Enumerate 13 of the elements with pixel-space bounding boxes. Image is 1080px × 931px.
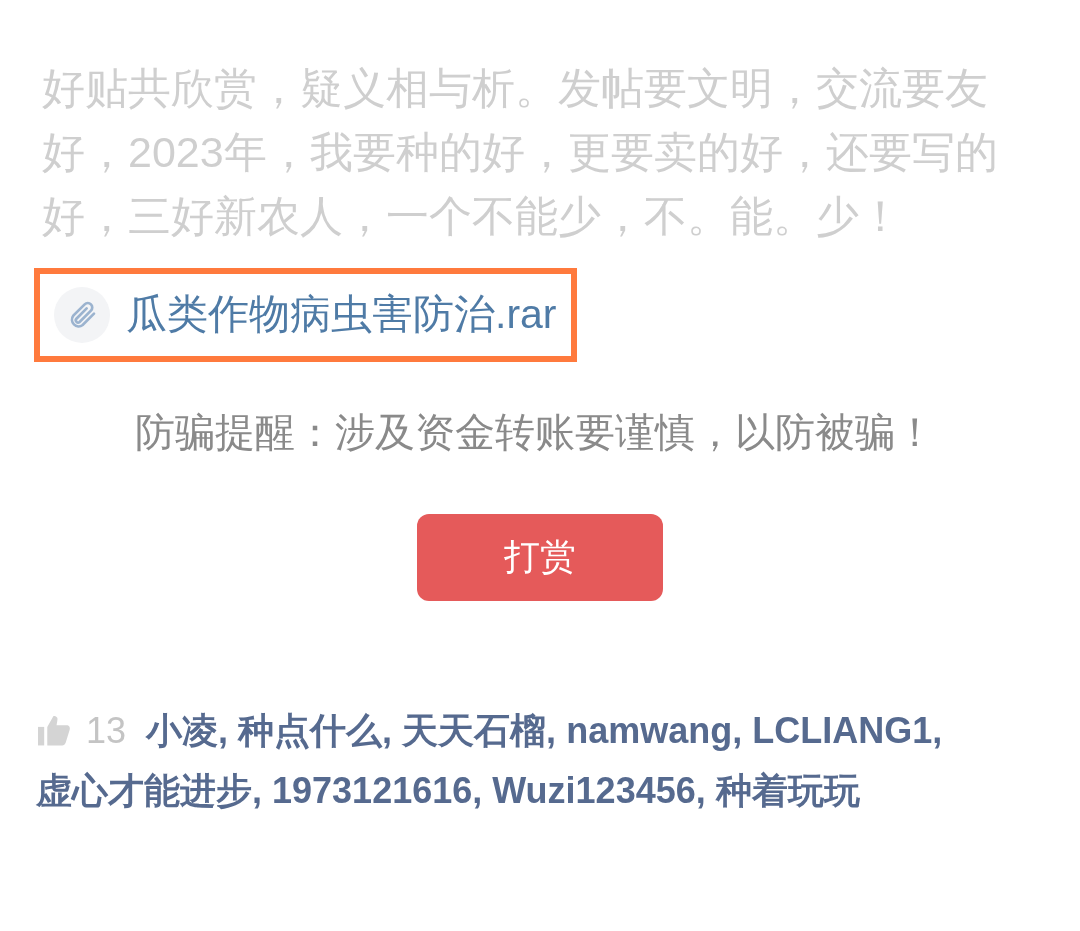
like-count: 13 (86, 709, 127, 751)
liker-name[interactable]: 1973121616, (272, 769, 483, 811)
liker-name[interactable]: 种点什么, (238, 709, 393, 751)
liker-name[interactable]: 虚心才能进步, (36, 769, 262, 811)
reward-button[interactable]: 打赏 (417, 513, 663, 601)
liker-name[interactable]: 种着玩玩 (715, 769, 860, 811)
liker-name[interactable]: LCLIANG1, (752, 709, 943, 751)
liker-name[interactable]: Wuzi123456, (492, 769, 706, 811)
liker-name[interactable]: namwang, (566, 709, 743, 751)
fraud-warning: 防骗提醒：涉及资金转账要谨慎，以防被骗！ (134, 408, 936, 456)
liker-name[interactable]: 天天石榴, (402, 709, 557, 751)
liker-name[interactable]: 小凌, (146, 709, 229, 751)
attachment-link[interactable]: 瓜类作物病虫害防治.rar (34, 268, 577, 362)
